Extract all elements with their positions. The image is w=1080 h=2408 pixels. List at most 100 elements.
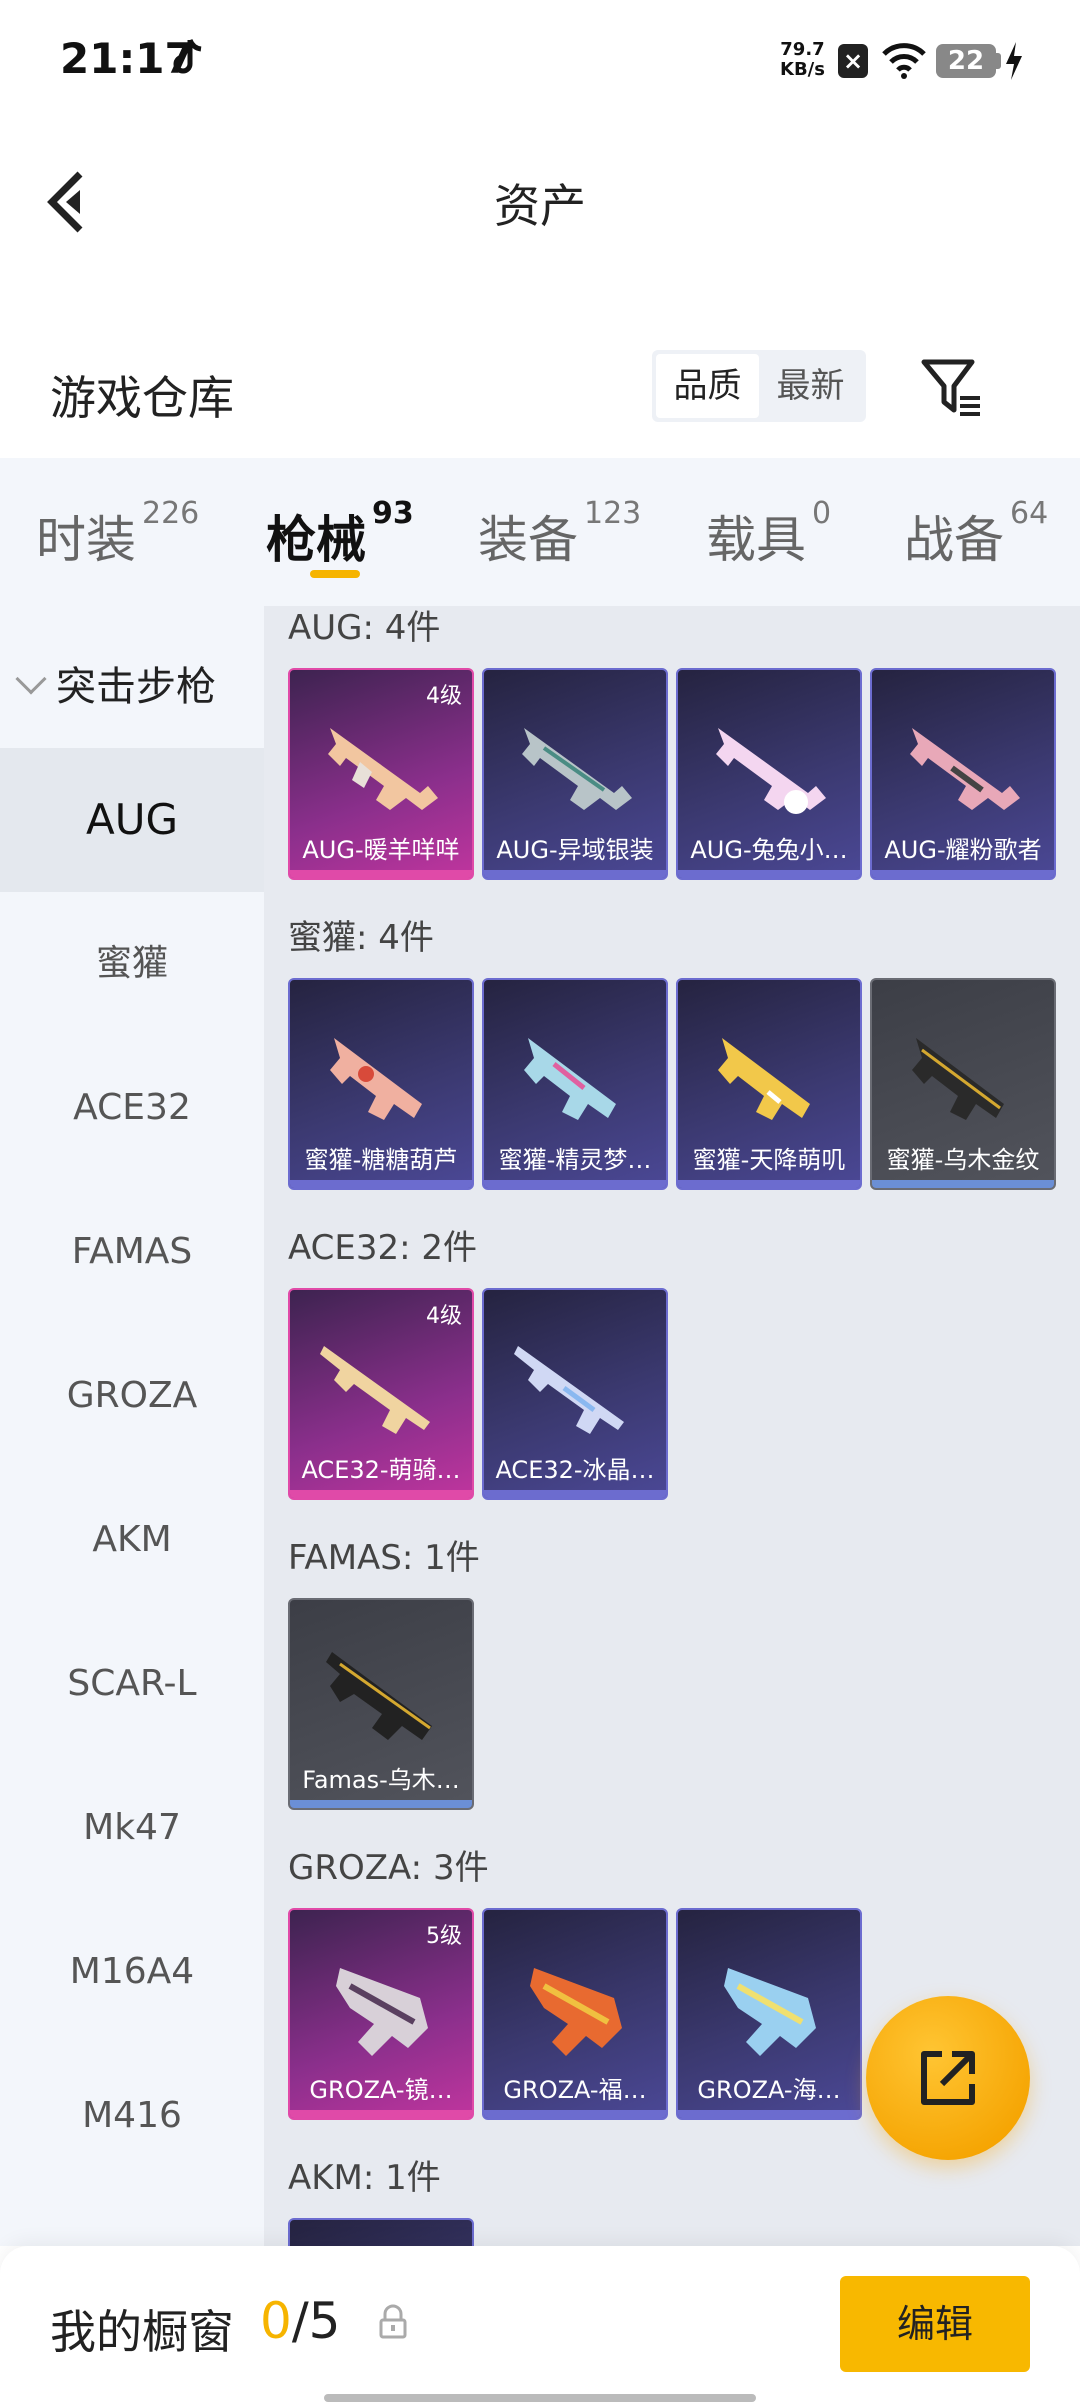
tab-supplies[interactable]: 战备 64 [904,496,1048,572]
item-card[interactable]: 蜜獾-糖糖葫芦 [288,978,474,1190]
edit-button[interactable]: 编辑 [840,2276,1030,2372]
item-name: ACE32-冰晶… [495,1456,655,1484]
gun-icon [530,1968,622,2056]
item-card[interactable]: GROZA-福… [482,1908,668,2120]
item-name: 蜜獾-乌木金纹 [886,1146,1040,1174]
showcase-panel: 我的橱窗 0/5 编辑 [0,2246,1080,2408]
rarity-bar [290,1180,472,1188]
tab-fashion[interactable]: 时装 226 [36,496,199,572]
group-label: AKM: 1件 [288,2158,441,2198]
item-name: AUG-耀粉歌者 [884,836,1042,864]
home-indicator[interactable] [324,2394,756,2402]
item-card[interactable]: 蜜獾-天降萌叽 [676,978,862,1190]
share-button[interactable] [866,1996,1030,2160]
sidebar-item-honey-badger[interactable]: 蜜獾 [0,892,264,1036]
rarity-bar [872,1180,1054,1188]
sort-quality-button[interactable]: 品质 [656,354,759,418]
gun-icon [524,1038,616,1120]
gun-icon [320,1346,430,1434]
sidebar-item-famas[interactable]: FAMAS [0,1180,264,1324]
item-card[interactable]: Famas-乌木… [288,1598,474,1810]
active-tab-indicator [310,570,360,578]
rarity-bar [290,1490,472,1498]
category-tabs: 时装 226 枪械 93 装备 123 载具 0 战备 64 [0,458,1080,606]
rarity-bar [678,1180,860,1188]
item-name: AUG-暖羊咩咩 [302,836,460,864]
sidebar: 突击步枪 AUG 蜜獾 ACE32 FAMAS GROZA AKM SCAR-L… [0,606,264,2246]
sidebar-item-akm[interactable]: AKM [0,1468,264,1612]
sort-toggle: 品质 最新 [652,350,866,422]
rarity-bar [290,1800,472,1808]
item-name: 蜜獾-天降萌叽 [692,1146,846,1174]
item-card[interactable]: AUG-异域银装 [482,668,668,880]
charging-icon [1006,42,1022,80]
sim-off-icon: × [838,44,868,78]
item-name: GROZA-镜… [309,2076,453,2104]
rarity-bar [484,2110,666,2118]
filter-icon[interactable] [920,356,984,420]
sidebar-item-aug[interactable]: AUG [0,748,264,892]
rarity-bar [872,870,1054,878]
item-card[interactable]: AUG-耀粉歌者 [870,668,1056,880]
chevron-down-icon [15,663,47,695]
tab-guns[interactable]: 枪械 93 [266,496,414,572]
tab-vehicles[interactable]: 载具 0 [706,496,831,572]
wifi-icon [882,43,926,79]
item-name: GROZA-海… [697,2076,841,2104]
battery-cap [996,53,1001,69]
sidebar-item-ace32[interactable]: ACE32 [0,1036,264,1180]
gun-icon [522,728,632,810]
item-name: Famas-乌木… [302,1766,460,1794]
tab-equipment[interactable]: 装备 123 [478,496,641,572]
gun-icon [330,1038,422,1120]
item-card[interactable]: 4级 AUG-暖羊咩咩 [288,668,474,880]
showcase-count: 0/5 [260,2292,341,2350]
group-label: 蜜獾: 4件 [288,918,434,958]
sidebar-item-mk47[interactable]: Mk47 [0,1756,264,1900]
item-card[interactable]: ACE32-冰晶… [482,1288,668,1500]
item-name: ACE32-萌骑… [301,1456,461,1484]
item-name: GROZA-福… [503,2076,647,2104]
lock-icon [379,2304,407,2339]
group-label: ACE32: 2件 [288,1228,478,1268]
item-card[interactable]: 蜜獾-乌木金纹 [870,978,1056,1190]
sidebar-category-assault-rifle[interactable]: 突击步枪 [15,654,216,712]
group-label: GROZA: 3件 [288,1848,489,1888]
rarity-bar [290,2110,472,2118]
gun-icon [326,1652,432,1740]
showcase-title: 我的橱窗 [50,2305,234,2359]
gun-icon [910,728,1020,810]
rarity-bar [290,870,472,878]
tiktok-icon [173,39,202,74]
gun-icon [724,1968,816,2056]
sidebar-item-scar-l[interactable]: SCAR-L [0,1612,264,1756]
share-icon [921,2051,975,2105]
sidebar-item-groza[interactable]: GROZA [0,1324,264,1468]
rarity-bar [484,1490,666,1498]
net-speed: 79.7 KB/s [780,39,825,80]
rarity-bar [678,870,860,878]
gun-icon [912,1038,1004,1120]
warehouse-title: 游戏仓库 [50,371,234,425]
gun-icon [718,1038,810,1120]
item-card[interactable]: 5级 GROZA-镜… [288,1908,474,2120]
item-name: 蜜獾-精灵梦… [498,1146,652,1174]
gun-icon [328,728,438,810]
item-card[interactable] [288,2218,474,2246]
item-card[interactable]: 4级 ACE32-萌骑… [288,1288,474,1500]
group-label: FAMAS: 1件 [288,1538,480,1578]
sidebar-item-m16a4[interactable]: M16A4 [0,1900,264,2044]
item-name: 蜜獾-糖糖葫芦 [304,1146,458,1174]
sort-latest-button[interactable]: 最新 [759,354,862,418]
warehouse-row: 游戏仓库 品质 最新 [0,330,1080,450]
rarity-bar [678,2110,860,2118]
rarity-bar [484,1180,666,1188]
sidebar-item-m416[interactable]: M416 [0,2044,264,2188]
item-card[interactable]: 蜜獾-精灵梦… [482,978,668,1190]
item-card[interactable]: AUG-兔兔小… [676,668,862,880]
group-label: AUG: 4件 [288,608,441,648]
status-bar: 21:17 79.7 KB/s × 22 [0,0,1080,120]
item-name: AUG-兔兔小… [690,836,848,864]
gun-icon [716,728,826,814]
item-card[interactable]: GROZA-海… [676,1908,862,2120]
